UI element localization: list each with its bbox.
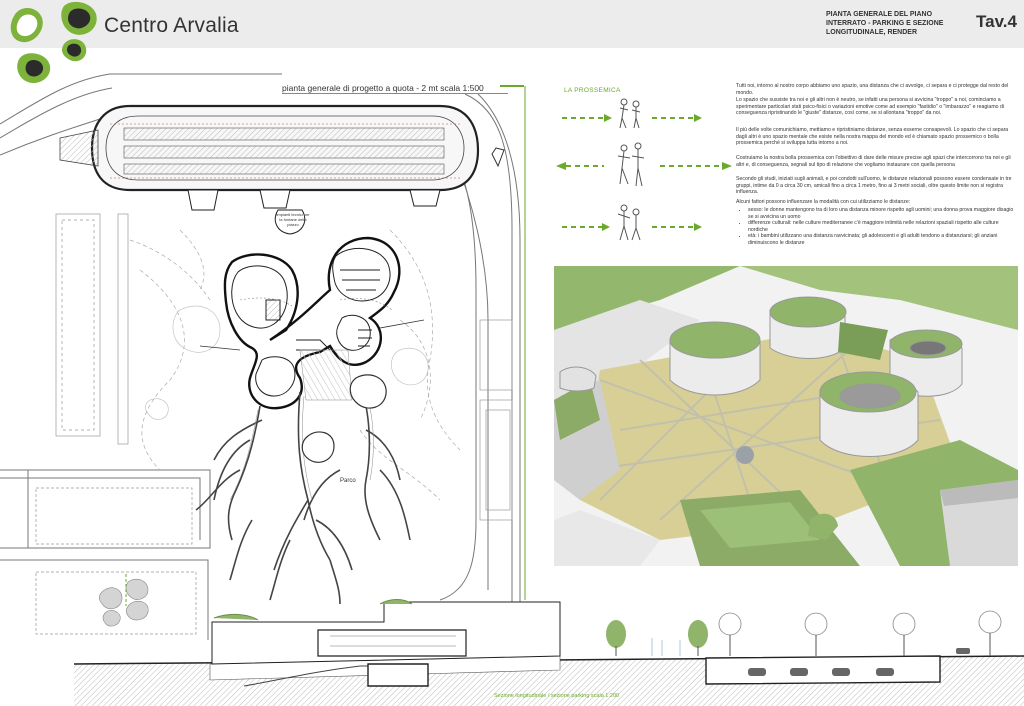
text-paragraph-4: Costruiamo la nostra bolla prossemica co…: [736, 155, 1011, 168]
plan-caption-underline: [282, 93, 508, 94]
list-item: età: i bambini utilizzano una distanza r…: [748, 233, 1018, 246]
proxemics-diagrams: [556, 98, 732, 241]
list-item: differenze culturali: nelle culture medi…: [748, 220, 1018, 233]
text-paragraph-1: Tutti noi, intorno al nostro corpo abbia…: [736, 83, 1009, 96]
prossemica-title: LA PROSSEMICA: [564, 87, 621, 94]
text-bullet-list: sesso: le donne mantengono tra di loro u…: [736, 207, 1018, 247]
longitudinal-section: [73, 599, 1024, 706]
plan-caption: pianta generale di progetto a quota - 2 …: [282, 83, 484, 93]
text-paragraph-6: Alcuni fattori possono influenzare la mo…: [736, 199, 911, 205]
aerial-render: [554, 266, 1018, 566]
text-paragraph-5: Secondo gli studi, iniziati sugli animal…: [736, 176, 1012, 196]
section-caption: Sezione longitudinale / sezione parking …: [494, 693, 620, 699]
label-impianti: Impianti tecnici per la fontane dello pi…: [276, 212, 310, 227]
label-parco: Parco: [340, 478, 356, 484]
list-item: sesso: le donne mantengono tra di loro u…: [748, 207, 1018, 220]
text-paragraph-2: Lo spazio che sussiste tra noi e gli alt…: [736, 97, 1005, 117]
text-paragraph-3: Il più delle volte comunichiamo, mettiam…: [736, 127, 1009, 147]
